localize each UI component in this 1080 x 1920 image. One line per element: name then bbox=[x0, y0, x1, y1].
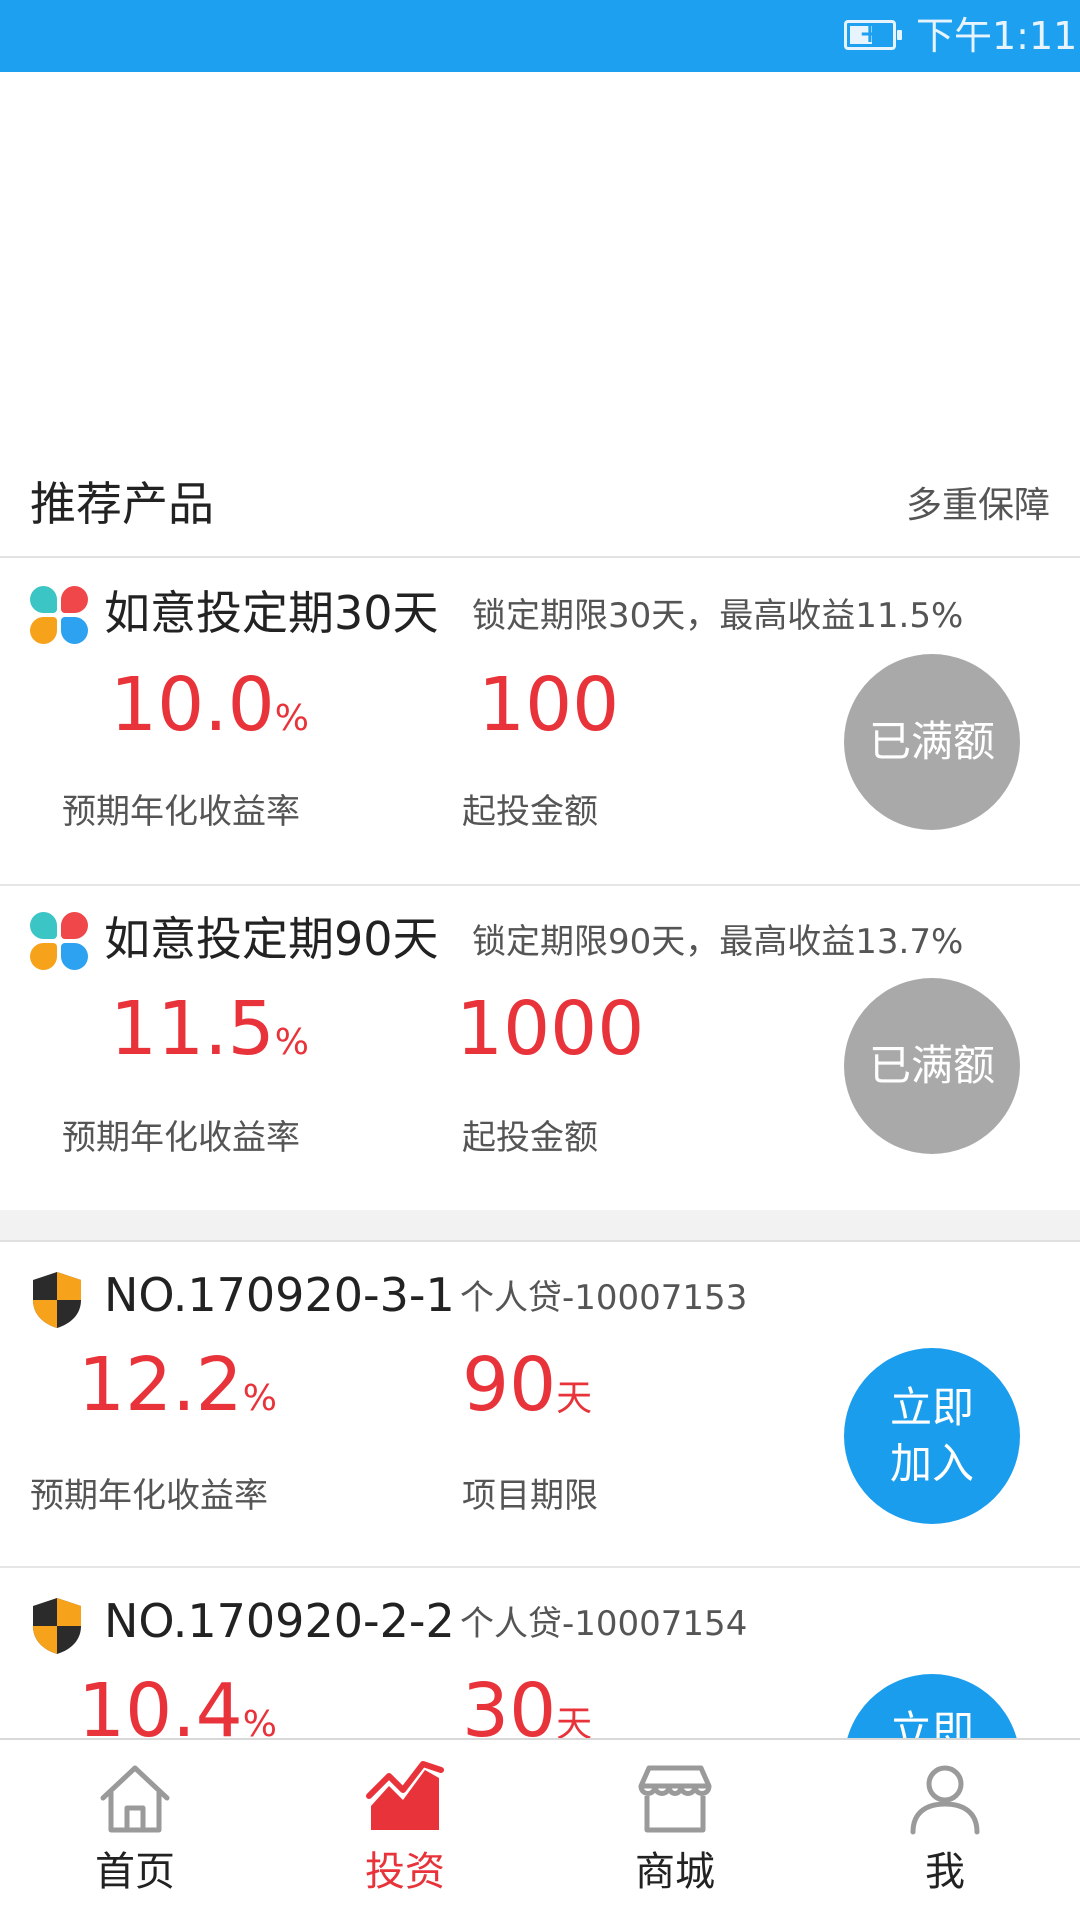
product-card[interactable]: 如意投定期30天 锁定期限30天，最高收益11.5% 10.0% 100 预期年… bbox=[0, 560, 1080, 886]
status-time: 下午1:11 bbox=[916, 14, 1078, 58]
rate-value: 11.5% bbox=[110, 986, 309, 1072]
join-now-button[interactable]: 立即加入 bbox=[844, 1348, 1020, 1524]
status-bar: + 下午1:11 bbox=[0, 0, 1080, 72]
min-amount-value: 100 bbox=[478, 662, 620, 748]
min-amount-label: 起投金额 bbox=[462, 792, 598, 832]
bottom-nav: 首页 投资 商城 我 bbox=[0, 1738, 1080, 1920]
full-quota-button[interactable]: 已满额 bbox=[844, 978, 1020, 1154]
rate-value: 12.2% bbox=[78, 1342, 277, 1428]
nav-invest[interactable]: 投资 bbox=[270, 1740, 540, 1920]
min-amount-label: 起投金额 bbox=[462, 1118, 598, 1158]
full-quota-button[interactable]: 已满额 bbox=[844, 654, 1020, 830]
term-value: 90天 bbox=[462, 1342, 593, 1428]
rate-value: 10.0% bbox=[110, 662, 309, 748]
section-title: 推荐产品 bbox=[30, 477, 214, 531]
clover-icon bbox=[30, 912, 88, 970]
battery-charging-icon: + bbox=[844, 19, 902, 50]
loan-desc: 个人贷-10007153 bbox=[460, 1278, 748, 1318]
rate-label: 预期年化收益率 bbox=[62, 1118, 300, 1158]
clover-icon bbox=[30, 586, 88, 644]
multi-guarantee-link[interactable]: 多重保障 bbox=[906, 482, 1050, 530]
banner-area[interactable] bbox=[0, 72, 1080, 452]
term-value: 30天 bbox=[462, 1668, 593, 1738]
rate-value: 10.4% bbox=[78, 1668, 277, 1738]
nav-label: 商城 bbox=[635, 1849, 715, 1895]
nav-label: 首页 bbox=[95, 1849, 175, 1895]
loan-card[interactable]: NO.170920-2-2 个人贷-10007154 10.4% 30天 立即 bbox=[0, 1568, 1080, 1738]
user-icon bbox=[910, 1765, 980, 1835]
home-icon bbox=[100, 1765, 170, 1833]
loan-name: NO.170920-2-2 bbox=[104, 1594, 455, 1648]
section-header: 推荐产品 多重保障 bbox=[0, 452, 1080, 558]
store-icon bbox=[638, 1765, 712, 1833]
loan-name: NO.170920-3-1 bbox=[104, 1268, 455, 1322]
product-desc: 锁定期限30天，最高收益11.5% bbox=[472, 596, 964, 636]
loan-card[interactable]: NO.170920-3-1 个人贷-10007153 12.2% 90天 预期年… bbox=[0, 1242, 1080, 1568]
invest-chart-icon bbox=[366, 1761, 444, 1830]
term-label: 项目期限 bbox=[462, 1476, 598, 1516]
screen: + 下午1:11 推荐产品 多重保障 如意投定期30天 锁定期限30天，最高收益… bbox=[0, 0, 1080, 1920]
section-separator bbox=[0, 1210, 1080, 1242]
rate-label: 预期年化收益率 bbox=[62, 792, 300, 832]
shield-icon bbox=[33, 1598, 81, 1654]
nav-home[interactable]: 首页 bbox=[0, 1740, 270, 1920]
product-name: 如意投定期30天 bbox=[104, 586, 439, 640]
nav-label: 我 bbox=[925, 1849, 965, 1895]
nav-label: 投资 bbox=[365, 1849, 445, 1895]
product-name: 如意投定期90天 bbox=[104, 912, 439, 966]
join-now-button[interactable]: 立即 bbox=[844, 1674, 1020, 1738]
shield-icon bbox=[33, 1272, 81, 1328]
nav-store[interactable]: 商城 bbox=[540, 1740, 810, 1920]
min-amount-value: 1000 bbox=[456, 986, 645, 1072]
product-desc: 锁定期限90天，最高收益13.7% bbox=[472, 922, 964, 962]
nav-me[interactable]: 我 bbox=[810, 1740, 1080, 1920]
rate-label: 预期年化收益率 bbox=[30, 1476, 268, 1516]
product-card[interactable]: 如意投定期90天 锁定期限90天，最高收益13.7% 11.5% 1000 预期… bbox=[0, 886, 1080, 1212]
loan-desc: 个人贷-10007154 bbox=[460, 1604, 748, 1644]
